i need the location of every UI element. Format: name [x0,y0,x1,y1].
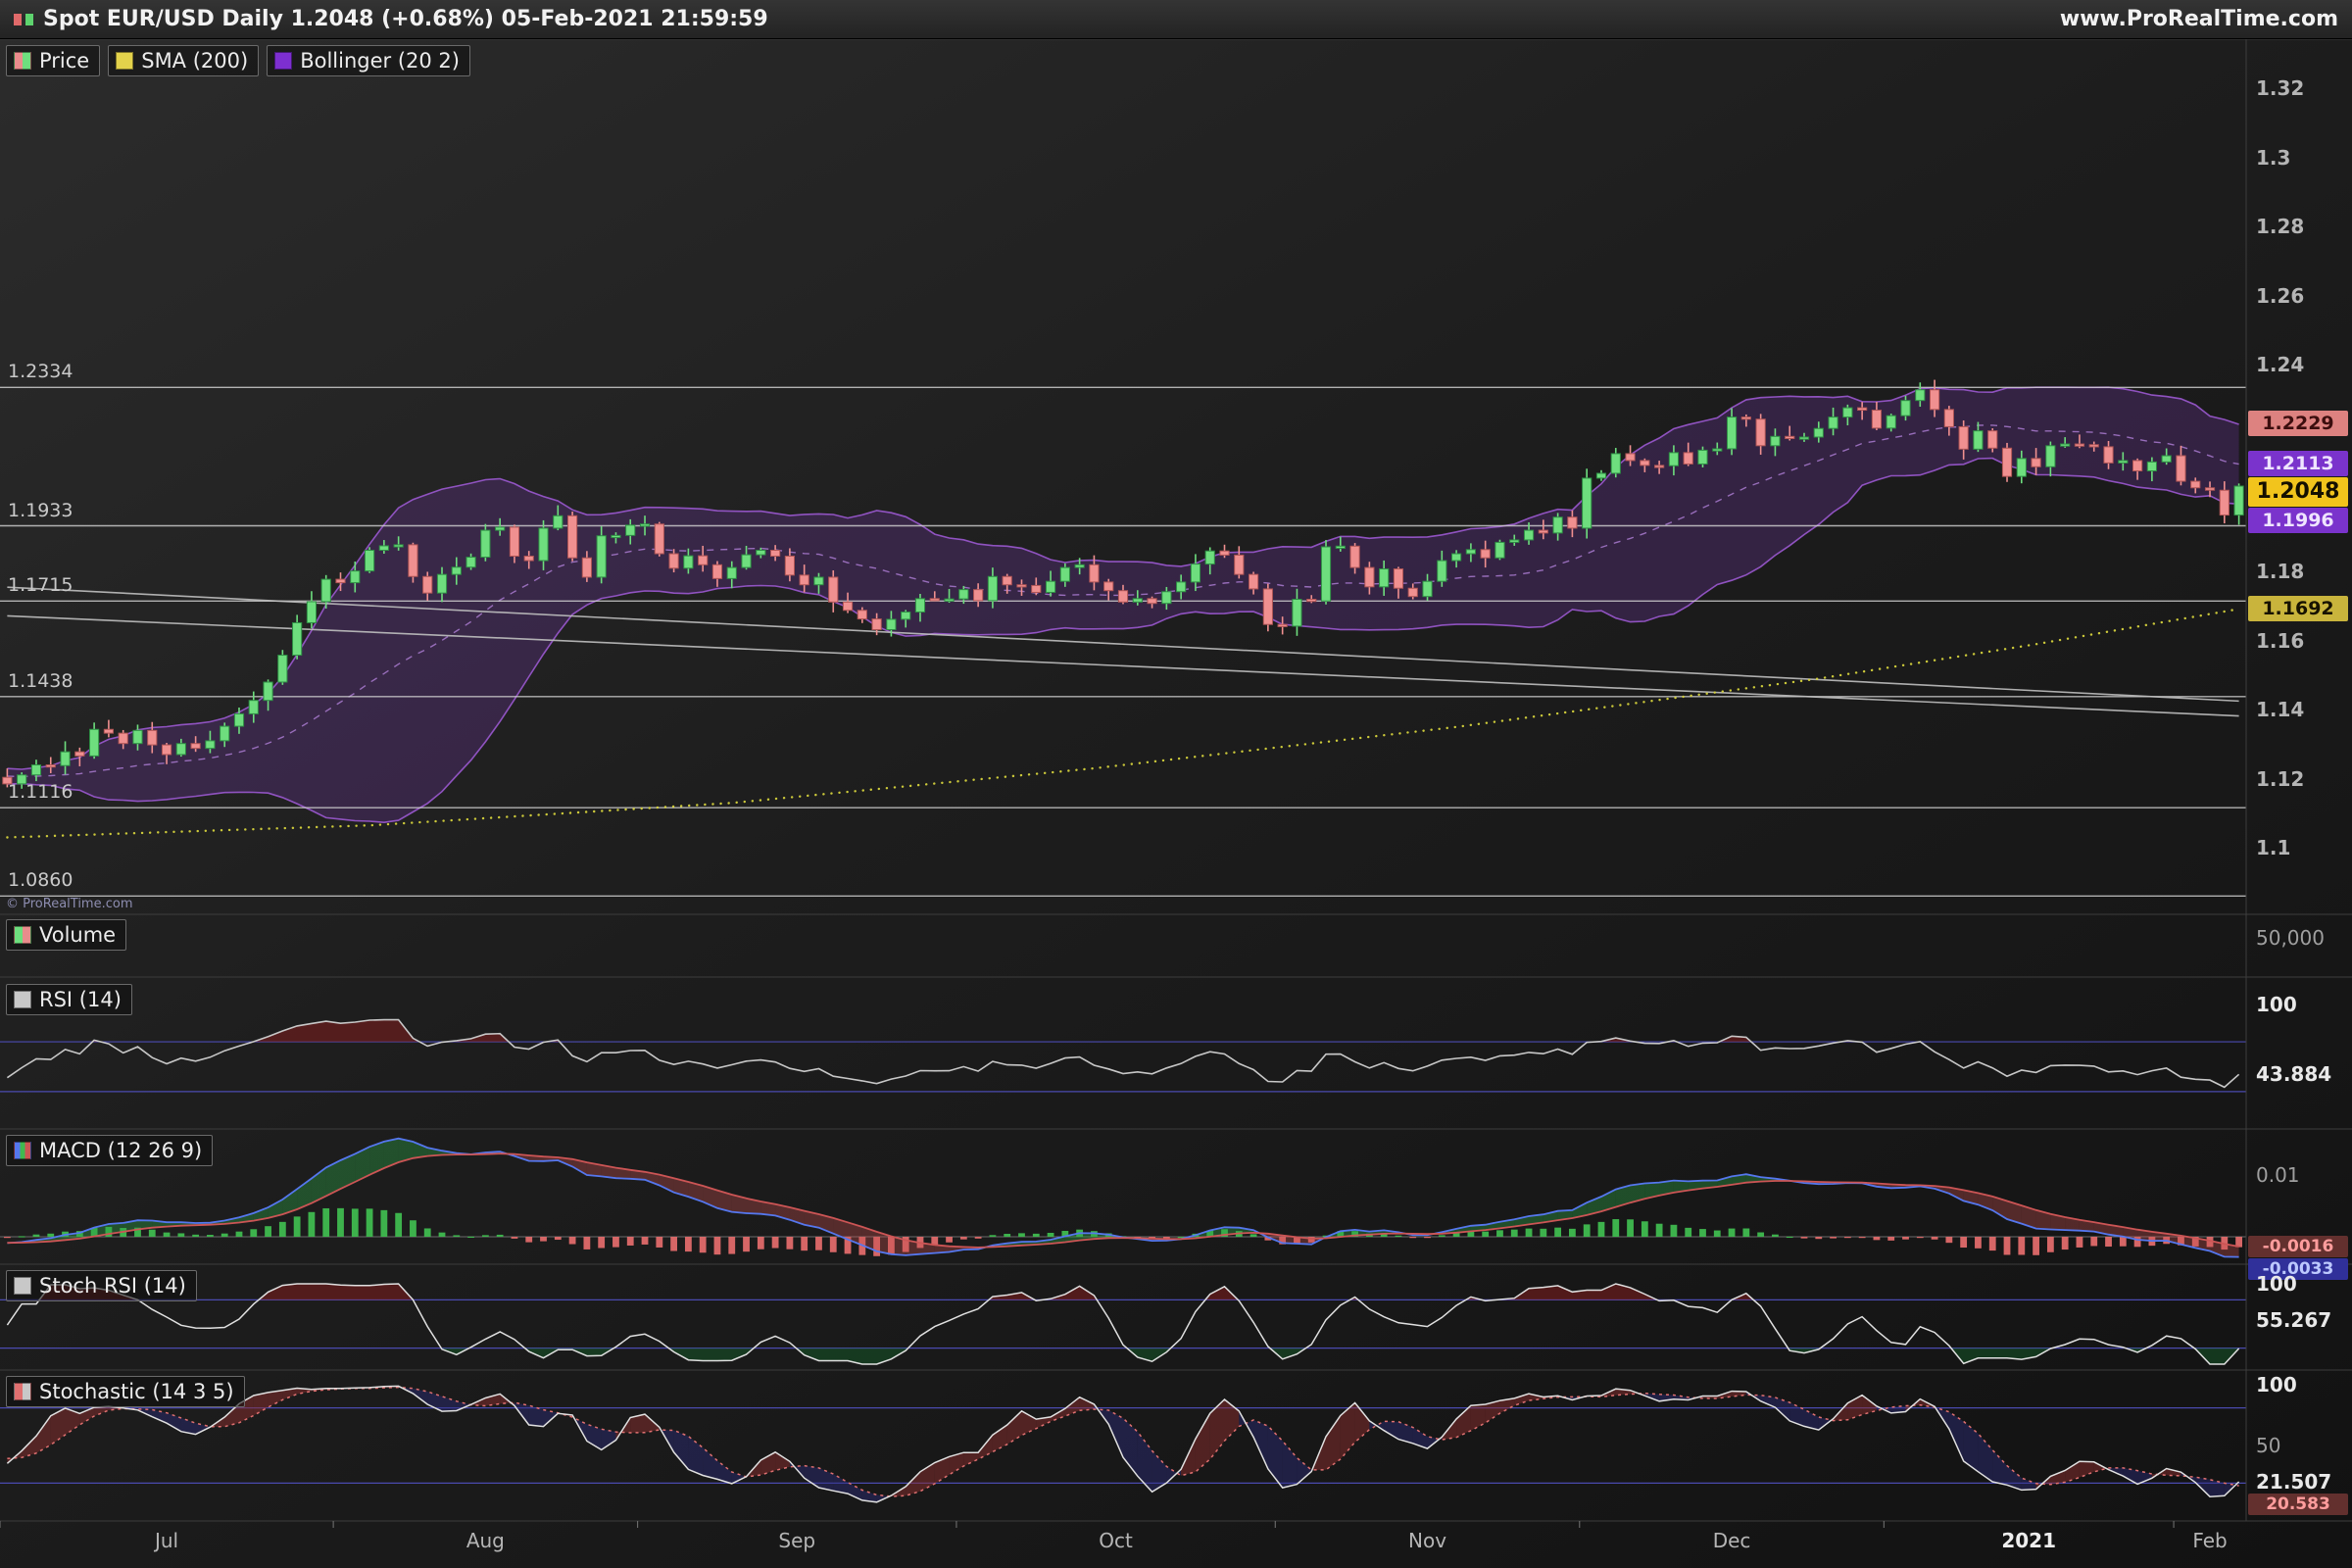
legend-rsi[interactable]: RSI (14) [6,984,132,1015]
legend-volume-label: Volume [39,923,116,947]
app-icon [25,14,33,25]
stochastic-icon [14,1383,31,1400]
legend-stoch-rsi-label: Stoch RSI (14) [39,1274,186,1298]
legend-sma[interactable]: SMA (200) [108,45,259,76]
sma-icon [116,52,133,70]
price-axis[interactable] [2246,39,2352,1521]
legend-rsi-label: RSI (14) [39,988,122,1011]
stoch-rsi-icon [14,1277,31,1295]
macd-icon [14,1142,31,1159]
main-legend: Price SMA (200) Bollinger (20 2) [6,45,470,76]
stochastic-legend: Stochastic (14 3 5) [6,1376,245,1407]
legend-stochastic[interactable]: Stochastic (14 3 5) [6,1376,245,1407]
macd-legend: MACD (12 26 9) [6,1135,213,1166]
legend-volume[interactable]: Volume [6,919,126,951]
app-icon [14,14,22,25]
volume-icon [14,926,31,944]
rsi-legend: RSI (14) [6,984,132,1015]
legend-macd-label: MACD (12 26 9) [39,1139,202,1162]
legend-stochastic-label: Stochastic (14 3 5) [39,1380,234,1403]
rsi-icon [14,991,31,1008]
header: Spot EUR/USD Daily 1.2048 (+0.68%) 05-Fe… [0,0,2352,39]
legend-price-label: Price [39,49,89,73]
volume-legend: Volume [6,919,126,951]
time-axis[interactable] [0,1521,2352,1568]
price-icon [14,52,31,70]
legend-sma-label: SMA (200) [141,49,248,73]
chart-svg[interactable] [0,0,2352,1568]
stoch-rsi-legend: Stoch RSI (14) [6,1270,197,1301]
header-title-group: Spot EUR/USD Daily 1.2048 (+0.68%) 05-Fe… [14,0,768,39]
legend-macd[interactable]: MACD (12 26 9) [6,1135,213,1166]
bollinger-icon [274,52,292,70]
legend-bollinger-label: Bollinger (20 2) [300,49,460,73]
website-link[interactable]: www.ProRealTime.com [2060,0,2338,39]
chart-title: Spot EUR/USD Daily 1.2048 (+0.68%) 05-Fe… [43,0,768,39]
legend-stoch-rsi[interactable]: Stoch RSI (14) [6,1270,197,1301]
prorealtime-window: Spot EUR/USD Daily 1.2048 (+0.68%) 05-Fe… [0,0,2352,1568]
legend-price[interactable]: Price [6,45,100,76]
legend-bollinger[interactable]: Bollinger (20 2) [267,45,470,76]
watermark: © ProRealTime.com [6,898,133,911]
chart-canvas[interactable] [0,0,2352,1568]
